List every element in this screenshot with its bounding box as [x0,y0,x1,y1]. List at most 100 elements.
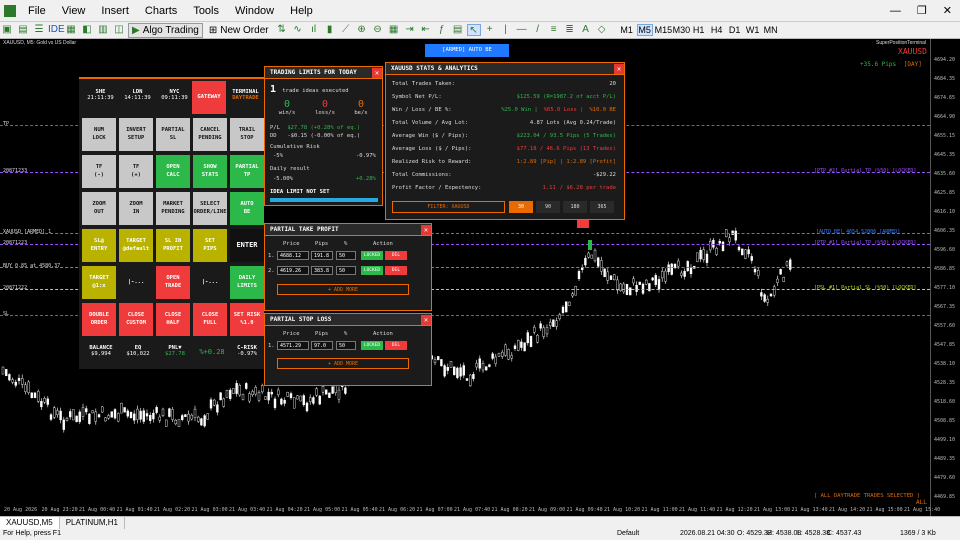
filter-button[interactable]: FILTER: XAUUSD [392,201,505,213]
select-order-line-button[interactable]: SELECT ORDER/LINE [193,192,227,225]
grid-icon[interactable]: ▦ [387,24,401,36]
fibonacci-icon[interactable]: ≣ [563,24,577,36]
new-order-button[interactable]: ⊞ New Order [205,23,273,38]
bar-chart-icon[interactable]: ıl [307,24,321,36]
new-chart-icon[interactable]: ▣ [0,24,14,36]
auto-be-button[interactable]: AUTO BE [230,192,264,225]
tf-plus-button[interactable]: TF (+) [119,155,153,188]
ptp-row-1-delete-button[interactable]: DEL [385,251,407,260]
tf-m5[interactable]: M5 [636,24,653,36]
trail-stop-button[interactable]: TRAIL STOP [230,118,264,151]
ptp-row-1-price[interactable]: 4688.12 [277,251,309,260]
psl-row-1-percent[interactable]: 50 [336,341,356,350]
close-icon[interactable]: ✕ [935,4,960,17]
set-pips-button[interactable]: SET PIPS [193,229,227,262]
close-icon[interactable]: ✕ [421,315,431,325]
menu-file[interactable]: File [20,5,54,17]
cursor-icon[interactable]: ↖ [466,24,481,36]
psl-row-1-locked-button[interactable]: LOCKED [361,341,383,350]
horizontal-line-icon[interactable]: — [515,24,529,36]
menu-tools[interactable]: Tools [185,5,227,17]
period-30[interactable]: 30 [509,201,533,213]
daily-limits-button[interactable]: DAILY LIMITS [230,266,264,299]
market-watch-icon[interactable]: ☰ [32,24,46,36]
close-icon[interactable]: ✕ [372,68,382,78]
text-icon[interactable]: A [579,24,593,36]
menu-window[interactable]: Window [227,5,282,17]
algo-trading-button[interactable]: ▶ Algo Trading [128,22,203,38]
period-90[interactable]: 90 [536,201,560,213]
gateway-button[interactable]: GATEWAY [192,81,226,114]
armed-auto-be-banner[interactable]: [ARMED] AUTO BE [425,44,509,57]
partial-sl-button[interactable]: PARTIAL SL [156,118,190,151]
candle-chart-icon[interactable]: ▮ [323,24,337,36]
tf-h1[interactable]: H1 [691,25,707,35]
menu-charts[interactable]: Charts [137,5,185,17]
psl-row-1-pips[interactable]: 97.0 [311,341,333,350]
navigator-icon[interactable]: ◧ [80,24,94,36]
psl-row-1-price[interactable]: 4571.29 [277,341,309,350]
tab-xauusd[interactable]: XAUUSD,M5 [0,517,60,529]
open-calc-button[interactable]: OPEN CALC [156,155,190,188]
set-risk-button[interactable]: SET RISK %1.0 [230,303,264,336]
enter-button[interactable]: ENTER [230,229,264,262]
autoscroll-icon[interactable]: ⇥ [403,24,417,36]
zoom-out-icon[interactable]: ⊖ [371,24,385,36]
menu-view[interactable]: View [54,5,94,17]
menu-insert[interactable]: Insert [93,5,137,17]
ptp-row-1-locked-button[interactable]: LOCKED [361,251,383,260]
close-icon[interactable]: ✕ [614,64,624,74]
tf-minus-button[interactable]: TF (-) [82,155,116,188]
ptp-row-2-percent[interactable]: 50 [336,266,356,275]
period-365[interactable]: 365 [590,201,614,213]
close-half-button[interactable]: CLOSE HALF [156,303,190,336]
zoom-in-icon[interactable]: ⊕ [355,24,369,36]
tester-icon[interactable]: ◫ [112,24,126,36]
signal-icon[interactable]: ∿ [291,24,305,36]
ptp-row-2-pips[interactable]: 383.8 [311,266,333,275]
period-180[interactable]: 180 [563,201,587,213]
close-icon[interactable]: ✕ [421,225,431,235]
placeholder-1-button[interactable]: |-... [119,266,153,299]
close-full-button[interactable]: CLOSE FULL [193,303,227,336]
templates-icon[interactable]: ▤ [451,24,465,36]
num-lock-button[interactable]: NUM LOCK [82,118,116,151]
psl-add-more-button[interactable]: + ADD MORE [277,358,409,369]
ptp-row-2-locked-button[interactable]: LOCKED [361,266,383,275]
shift-icon[interactable]: ⇤ [419,24,433,36]
minimize-icon[interactable]: — [882,5,909,17]
sl-in-profit-button[interactable]: SL IN PROFIT [156,229,190,262]
ptp-row-1-pips[interactable]: 191.8 [311,251,333,260]
tf-d1[interactable]: D1 [727,25,743,35]
placeholder-2-button[interactable]: |-... [193,266,227,299]
channel-icon[interactable]: ≡ [547,24,561,36]
ptp-row-1-percent[interactable]: 50 [336,251,356,260]
restore-icon[interactable]: ❐ [909,4,935,17]
indicators-icon[interactable]: ƒ [435,24,449,36]
zoom-out-button[interactable]: ZOOM OUT [82,192,116,225]
trendline-icon[interactable]: / [531,24,545,36]
tf-w1[interactable]: W1 [745,25,761,35]
line-chart-icon[interactable]: ⟋ [339,24,353,36]
market-pending-button[interactable]: MARKET PENDING [156,192,190,225]
double-order-button[interactable]: DOUBLE ORDER [82,303,116,336]
shapes-icon[interactable]: ◇ [595,24,609,36]
tf-m1[interactable]: M1 [619,25,635,35]
ide-icon[interactable]: IDE [48,24,65,36]
profiles-icon[interactable]: ▤ [16,24,30,36]
menu-help[interactable]: Help [282,5,321,17]
ptp-row-2-delete-button[interactable]: DEL [385,266,407,275]
open-trade-button[interactable]: OPEN TRADE [156,266,190,299]
tf-mn[interactable]: MN [763,25,779,35]
psl-row-1-delete-button[interactable]: DEL [385,341,407,350]
all-label[interactable]: ALL [916,499,927,506]
tf-m30[interactable]: M30 [673,25,691,35]
partial-tp-button[interactable]: PARTIAL TP [230,155,264,188]
data-window-icon[interactable]: ▦ [64,24,78,36]
ptp-row-2-price[interactable]: 4619.26 [277,266,309,275]
sl-at-entry-button[interactable]: SL@ ENTRY [82,229,116,262]
tab-platinum[interactable]: PLATINUM,H1 [60,517,125,529]
close-custom-button[interactable]: CLOSE CUSTOM [119,303,153,336]
vertical-line-icon[interactable]: | [499,24,513,36]
trade-icon[interactable]: ⇅ [275,24,289,36]
